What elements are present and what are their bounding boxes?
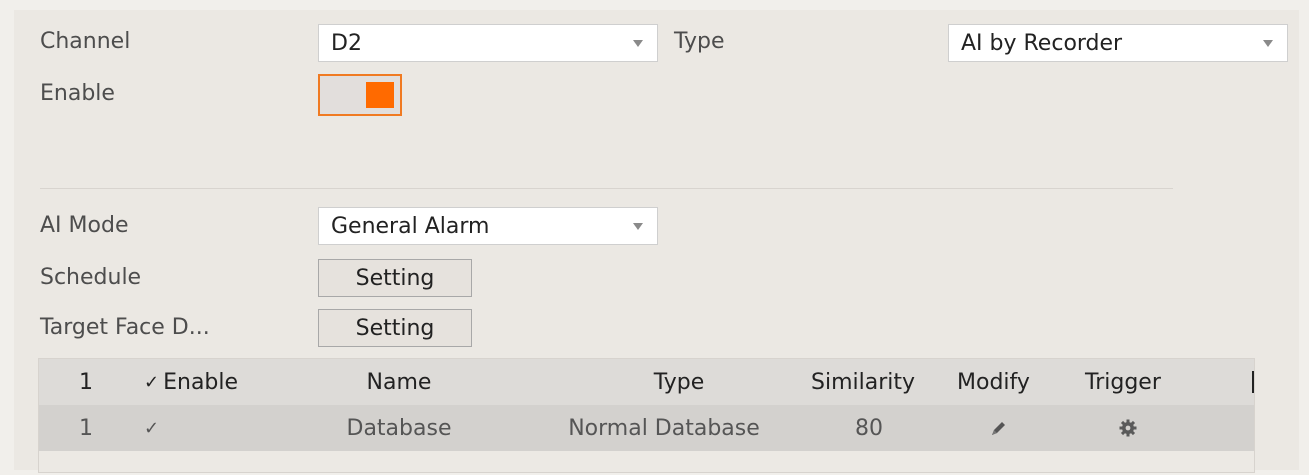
channel-value: D2 <box>331 30 362 56</box>
type-select[interactable]: AI by Recorder <box>948 24 1288 62</box>
ai-mode-select[interactable]: General Alarm <box>318 207 658 245</box>
header-index: 1 <box>79 369 93 395</box>
schedule-label: Schedule <box>40 265 142 290</box>
header-type: Type <box>653 369 705 395</box>
toggle-knob <box>366 82 394 108</box>
table-header: 1 ✓ Enable Name Type Similarity Modify T… <box>39 359 1254 405</box>
row-type: Normal Database <box>568 415 760 441</box>
chevron-down-icon <box>633 223 643 230</box>
ai-mode-value: General Alarm <box>331 213 490 239</box>
truncated-column-edge <box>1252 371 1254 393</box>
checkmark-icon: ✓ <box>144 371 160 393</box>
type-value: AI by Recorder <box>961 30 1123 56</box>
chevron-down-icon <box>633 40 643 47</box>
header-modify: Modify <box>957 369 1030 395</box>
header-enable-label: Enable <box>163 369 239 395</box>
header-similarity: Similarity <box>811 369 916 395</box>
enable-label: Enable <box>40 81 115 106</box>
target-face-label: Target Face D... <box>40 315 210 340</box>
checkmark-icon: ✓ <box>144 417 160 439</box>
enable-toggle[interactable] <box>318 74 402 116</box>
chevron-down-icon <box>1263 40 1273 47</box>
face-database-table: 1 ✓ Enable Name Type Similarity Modify T… <box>38 358 1255 473</box>
row-similarity: 80 <box>855 415 883 441</box>
pencil-icon[interactable] <box>974 405 1024 451</box>
header-trigger: Trigger <box>1085 369 1161 395</box>
row-enable-checkbox[interactable]: ✓ <box>144 405 163 451</box>
channel-select[interactable]: D2 <box>318 24 658 62</box>
schedule-setting-button[interactable]: Setting <box>318 259 472 297</box>
target-face-setting-button[interactable]: Setting <box>318 309 472 347</box>
channel-label: Channel <box>40 29 131 54</box>
ai-mode-label: AI Mode <box>40 213 129 238</box>
table-row[interactable]: 1 ✓ Database Normal Database 80 <box>39 405 1254 451</box>
header-enable[interactable]: ✓ Enable <box>144 359 238 405</box>
header-name: Name <box>366 369 432 395</box>
row-index: 1 <box>79 415 93 441</box>
gear-icon[interactable] <box>1103 405 1153 451</box>
type-label: Type <box>674 29 725 54</box>
row-name: Database <box>346 415 452 441</box>
section-divider <box>40 188 1173 189</box>
